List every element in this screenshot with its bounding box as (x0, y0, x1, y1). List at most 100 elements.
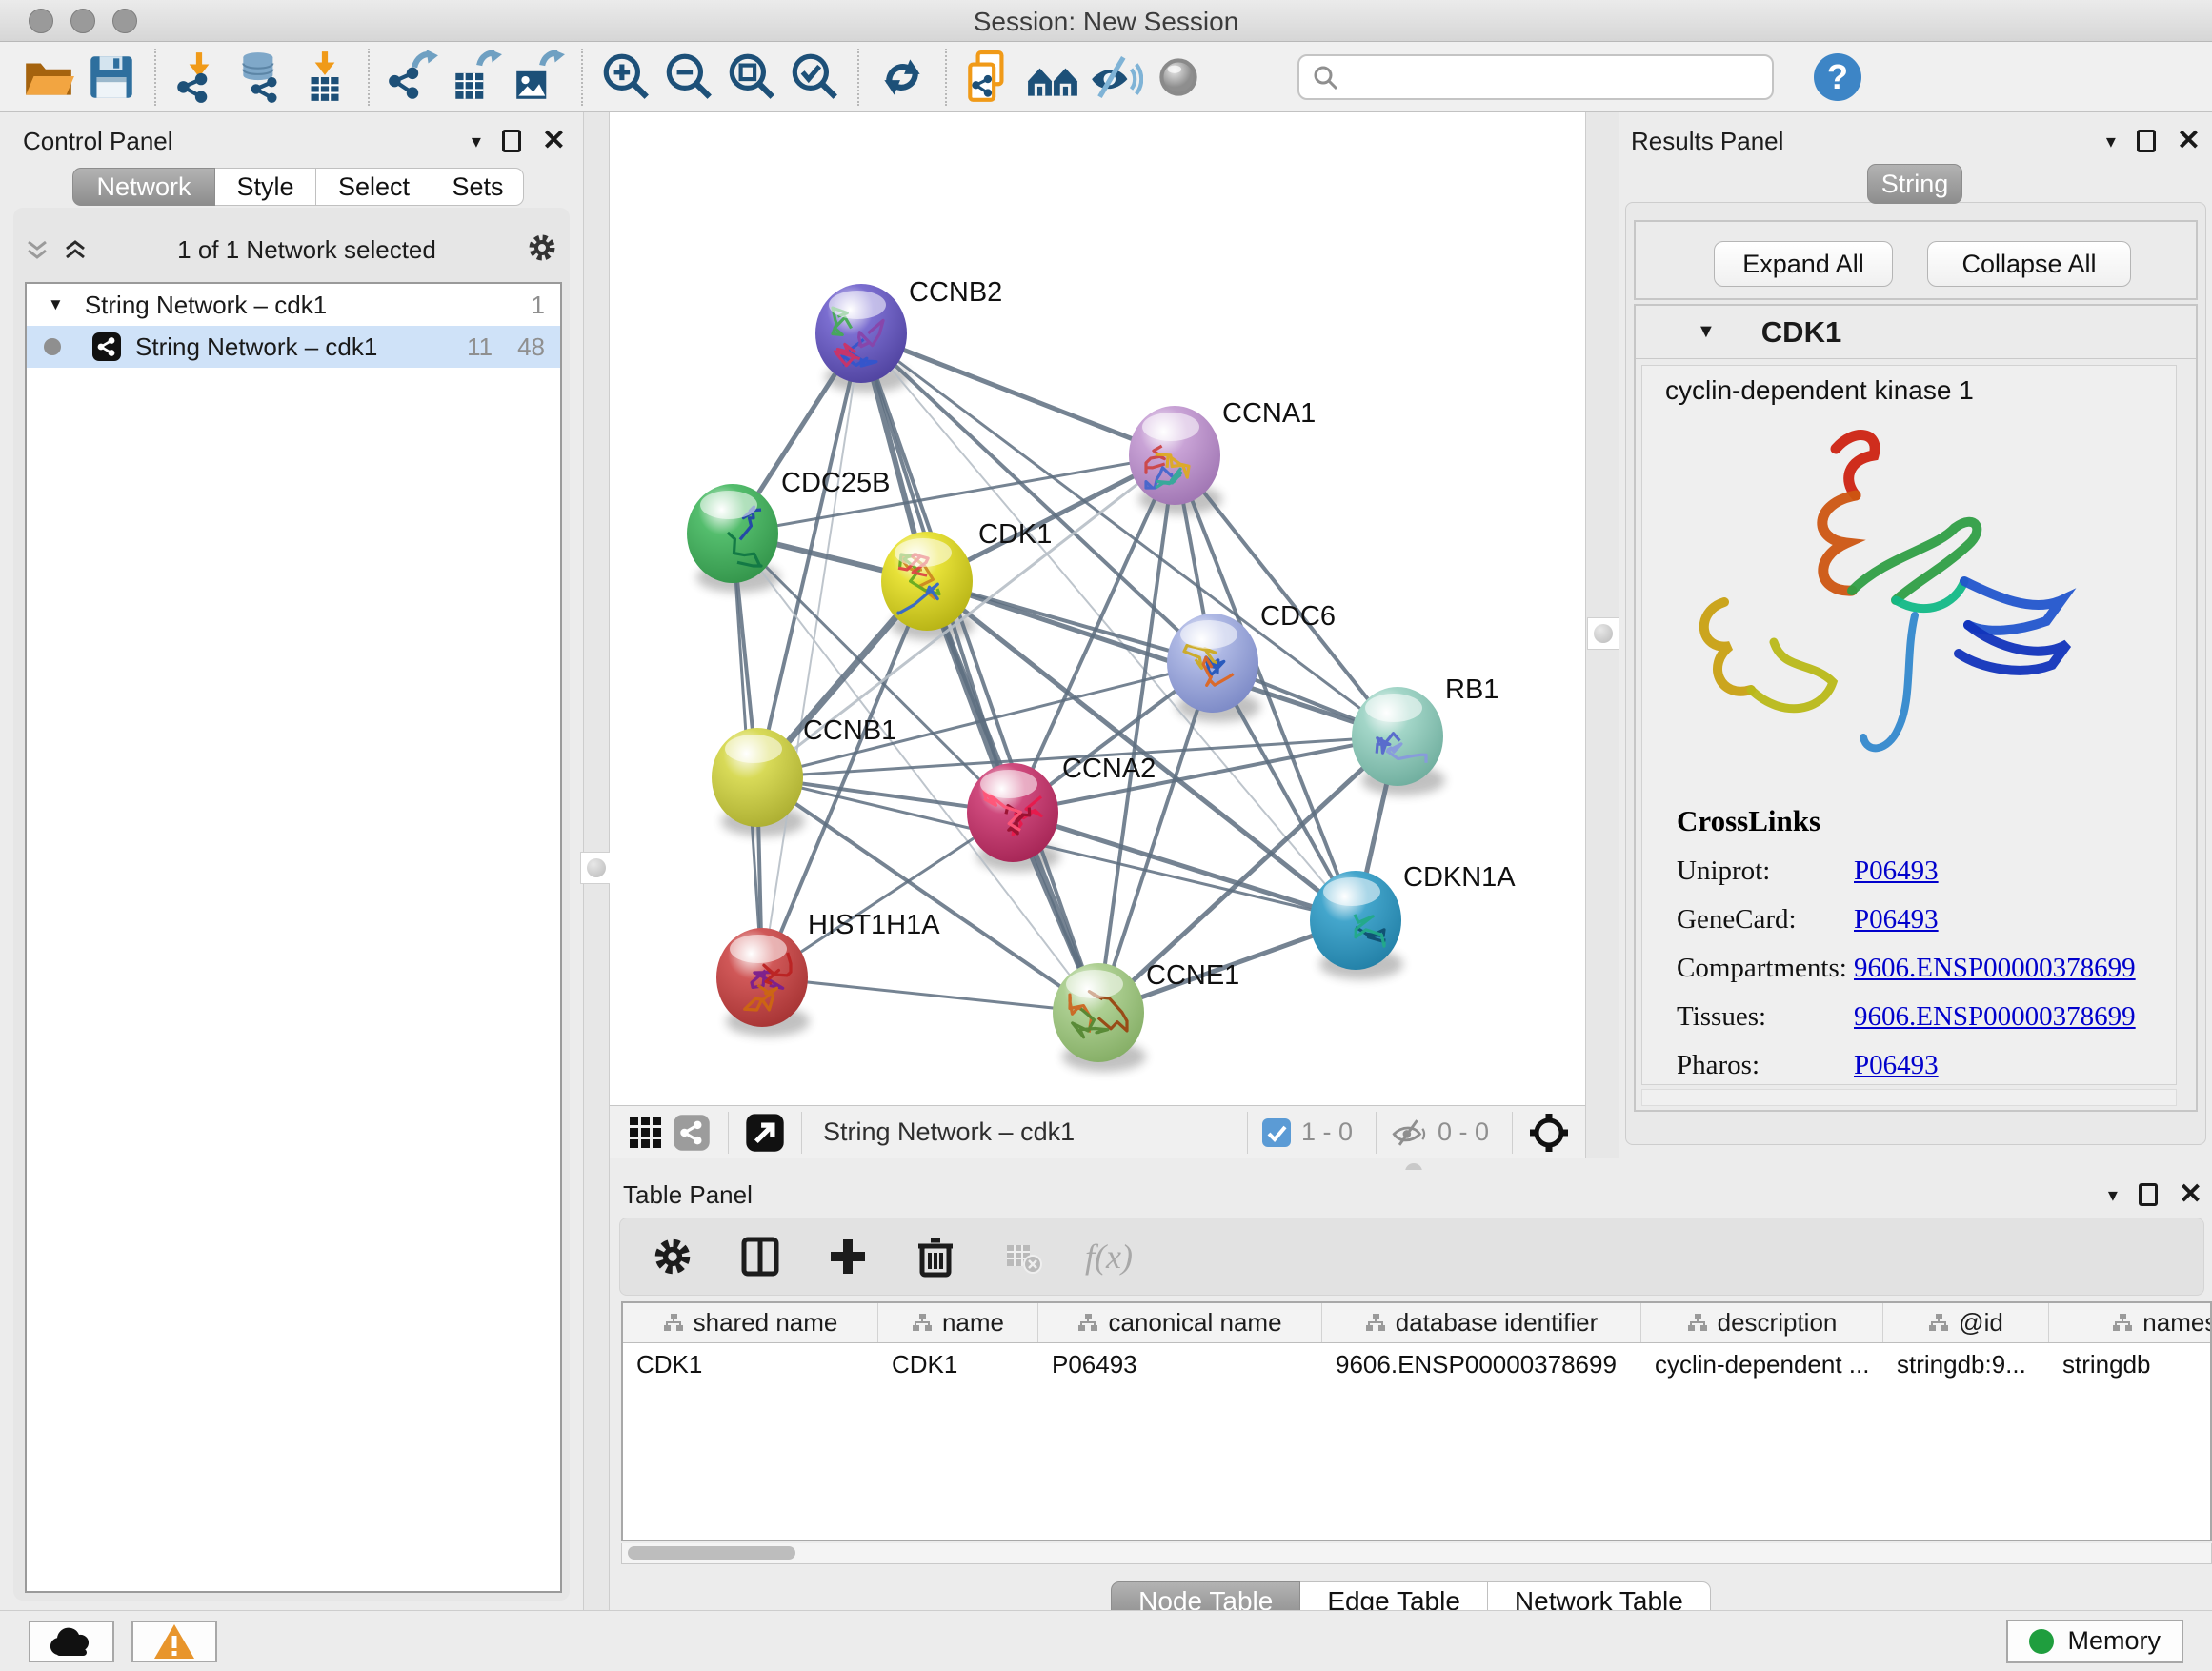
table-row[interactable]: CDK1CDK1P064939606.ENSP00000378699cyclin… (623, 1343, 2210, 1385)
export-table-button[interactable] (444, 48, 507, 107)
export-image-button[interactable] (507, 48, 570, 107)
table-cell[interactable]: stringdb:9... (1883, 1343, 2049, 1385)
network-canvas[interactable]: CCNB2CCNA1CDC25BCDK1CDC6RB1CCNB1CCNA2CDK… (610, 112, 1585, 1105)
delete-column-button[interactable] (910, 1231, 961, 1282)
zoom-in-button[interactable] (594, 48, 657, 107)
help-button[interactable]: ? (1812, 51, 1863, 103)
edge-HIST1H1A-CCNE1[interactable] (762, 977, 1098, 1013)
network-graph[interactable]: CCNB2CCNA1CDC25BCDK1CDC6RB1CCNB1CCNA2CDK… (610, 112, 1585, 1105)
table-settings-button[interactable] (647, 1231, 698, 1282)
table-horizontal-scrollbar[interactable] (621, 1543, 2212, 1564)
save-session-button[interactable] (80, 48, 143, 107)
collapse-all-button[interactable]: Collapse All (1927, 241, 2131, 287)
column-header-name[interactable]: name (878, 1303, 1038, 1342)
import-network-file-button[interactable] (168, 48, 231, 107)
zoom-out-button[interactable] (657, 48, 720, 107)
export-network-button[interactable] (381, 48, 444, 107)
show-sphere-button[interactable] (1147, 48, 1210, 107)
panel-menu-icon[interactable]: ▾ (2108, 1183, 2118, 1207)
string-home-button[interactable] (1021, 48, 1084, 107)
crosslink-link[interactable]: P06493 (1854, 856, 1939, 887)
table-cell[interactable]: CDK1 (878, 1343, 1038, 1385)
column-header--id[interactable]: @id (1883, 1303, 2049, 1342)
detach-view-button[interactable] (742, 1110, 788, 1156)
network-collection-row[interactable]: ▼ String Network – cdk1 1 (27, 284, 560, 326)
tab-style[interactable]: Style (215, 168, 316, 206)
node-CCNB2[interactable] (815, 284, 907, 383)
tab-sets[interactable]: Sets (432, 168, 524, 206)
string-protein-query-button[interactable] (958, 48, 1021, 107)
tab-network[interactable]: Network (72, 168, 215, 206)
create-column-button[interactable] (822, 1231, 874, 1282)
left-splitter[interactable] (583, 112, 610, 1610)
crosslink-link[interactable]: 9606.ENSP00000378699 (1854, 953, 2136, 984)
open-session-button[interactable] (17, 48, 80, 107)
warnings-button[interactable] (131, 1621, 217, 1662)
node-CCNB1[interactable] (712, 728, 803, 827)
search-input[interactable] (1349, 62, 1760, 91)
panel-float-icon[interactable] (502, 130, 521, 152)
column-header-namespace[interactable]: namespace (2049, 1303, 2212, 1342)
hidden-eye-icon[interactable] (1390, 1114, 1428, 1152)
collapse-all-networks-icon[interactable] (63, 237, 88, 262)
function-builder-icon[interactable]: f(x) (1085, 1237, 1133, 1277)
panel-close-icon[interactable]: ✕ (2177, 127, 2201, 155)
show-columns-button[interactable] (734, 1231, 786, 1282)
crosslink-link[interactable]: 9606.ENSP00000378699 (1854, 1001, 2136, 1033)
node-CDC25B[interactable] (687, 484, 778, 583)
tab-select[interactable]: Select (316, 168, 432, 206)
zoom-selected-button[interactable] (783, 48, 846, 107)
table-cell[interactable]: cyclin-dependent ... (1641, 1343, 1883, 1385)
protein-header-row[interactable]: ▼ CDK1 (1636, 306, 2196, 359)
node-CCNA2[interactable] (967, 763, 1058, 862)
node-CDKN1A[interactable] (1310, 871, 1401, 970)
network-row[interactable]: String Network – cdk1 11 48 (27, 326, 560, 368)
panel-menu-icon[interactable]: ▾ (472, 130, 481, 153)
panel-float-icon[interactable] (2139, 1183, 2158, 1206)
column-header-description[interactable]: description (1641, 1303, 1883, 1342)
edge-CCNB2-CCNA1[interactable] (861, 333, 1175, 455)
node-HIST1H1A[interactable] (716, 928, 808, 1027)
results-horizontal-scrollbar[interactable] (1641, 1089, 2177, 1106)
column-header-canonical-name[interactable]: canonical name (1038, 1303, 1322, 1342)
left-splitter-handle[interactable] (580, 852, 613, 884)
column-header-database-identifier[interactable]: database identifier (1322, 1303, 1641, 1342)
node-RB1[interactable] (1352, 687, 1443, 786)
tab-string[interactable]: String (1867, 164, 1962, 204)
expand-all-networks-icon[interactable] (25, 237, 50, 262)
node-table[interactable]: shared namenamecanonical namedatabase id… (621, 1301, 2212, 1541)
view-network-button[interactable] (669, 1110, 714, 1156)
panel-float-icon[interactable] (2137, 130, 2156, 152)
crosslink-link[interactable]: P06493 (1854, 1050, 1939, 1081)
column-header-shared-name[interactable]: shared name (623, 1303, 878, 1342)
network-options-gear-icon[interactable] (526, 232, 558, 269)
scrollbar-thumb[interactable] (628, 1546, 795, 1560)
collapse-triangle-icon[interactable]: ▼ (48, 295, 64, 314)
table-cell[interactable]: 9606.ENSP00000378699 (1322, 1343, 1641, 1385)
selected-checkbox-icon[interactable] (1261, 1117, 1292, 1148)
panel-close-icon[interactable]: ✕ (2179, 1180, 2202, 1209)
delete-table-button[interactable] (997, 1231, 1049, 1282)
node-CCNA1[interactable] (1129, 406, 1220, 505)
cloud-status-button[interactable] (29, 1621, 114, 1662)
node-CDC6[interactable] (1167, 614, 1258, 713)
expand-all-button[interactable]: Expand All (1714, 241, 1893, 287)
import-network-database-button[interactable] (231, 48, 293, 107)
right-splitter-handle[interactable] (1587, 617, 1619, 650)
collapse-triangle-icon[interactable]: ▼ (1697, 321, 1716, 343)
panel-close-icon[interactable]: ✕ (542, 127, 566, 155)
zoom-fit-button[interactable] (720, 48, 783, 107)
refresh-view-button[interactable] (871, 48, 934, 107)
hide-results-button[interactable] (1084, 48, 1147, 107)
panel-menu-icon[interactable]: ▾ (2106, 130, 2116, 153)
table-cell[interactable]: P06493 (1038, 1343, 1322, 1385)
crosslink-link[interactable]: P06493 (1854, 904, 1939, 936)
edge-CCNB2-HIST1H1A[interactable] (762, 333, 861, 977)
view-grid-button[interactable] (623, 1110, 669, 1156)
table-cell[interactable]: CDK1 (623, 1343, 878, 1385)
import-table-file-button[interactable] (293, 48, 356, 107)
birds-eye-view-button[interactable] (1526, 1110, 1572, 1156)
node-CDK1[interactable] (881, 532, 973, 631)
memory-button[interactable]: Memory (2006, 1620, 2183, 1663)
node-CCNE1[interactable] (1053, 963, 1144, 1062)
